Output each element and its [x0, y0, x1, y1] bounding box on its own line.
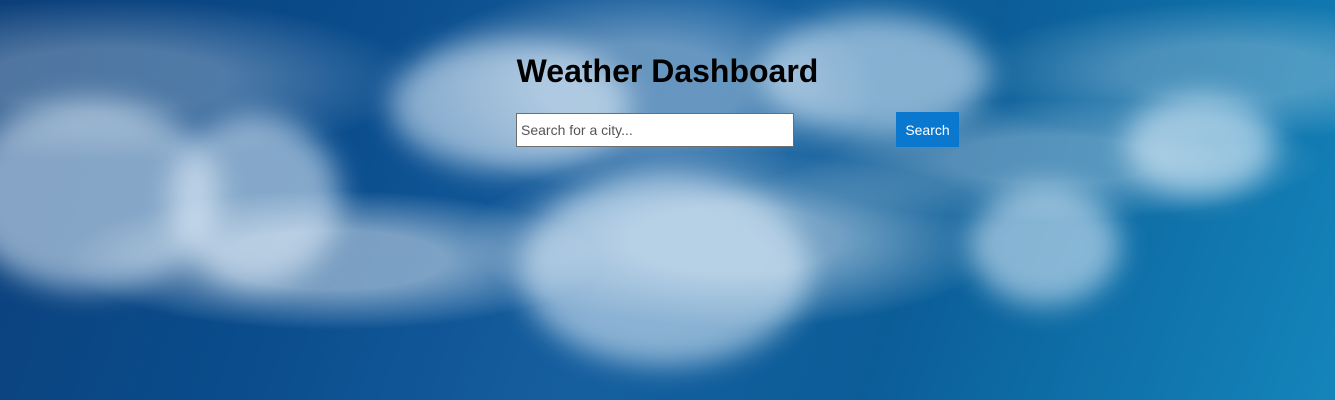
dashboard-content: Weather Dashboard Search	[0, 0, 1335, 400]
weather-dashboard-page: Weather Dashboard Search	[0, 0, 1335, 400]
city-search-input[interactable]	[516, 113, 794, 147]
page-title: Weather Dashboard	[516, 53, 819, 89]
city-search-form: Search	[516, 112, 959, 148]
search-button[interactable]: Search	[896, 112, 959, 147]
